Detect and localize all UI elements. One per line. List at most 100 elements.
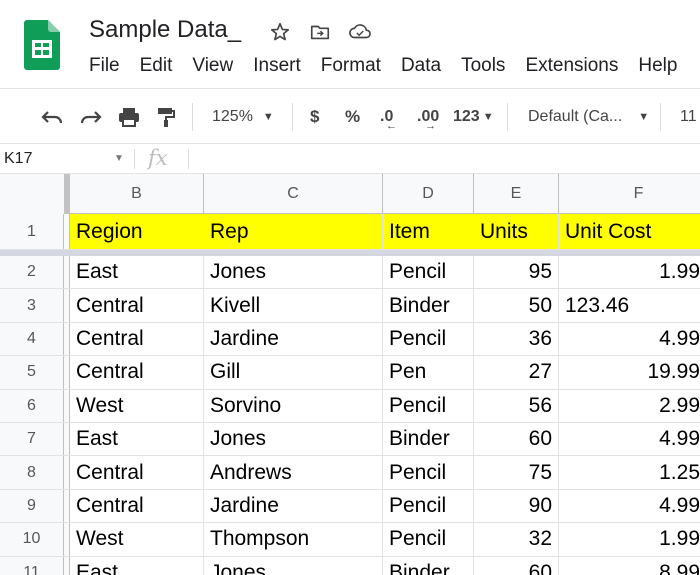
cell[interactable]: Pencil [383,489,474,523]
cell[interactable]: Unit Cost [559,214,700,249]
row-number[interactable]: 11 [0,556,64,575]
row-number[interactable]: 7 [0,423,64,456]
cell[interactable]: 1.99 [559,256,700,288]
column-header-c[interactable]: C [204,174,383,214]
cell[interactable]: East [70,556,204,575]
cell[interactable]: Jones [204,556,383,575]
cell[interactable]: 36 [474,322,559,356]
cell[interactable]: Pencil [383,389,474,422]
cell[interactable]: East [70,423,204,456]
menu-tools[interactable]: Tools [461,55,505,77]
cell[interactable]: 123.46 [559,289,700,321]
cell[interactable]: Binder [383,289,474,322]
cell[interactable]: Central [70,489,204,523]
cell[interactable]: Thompson [204,523,383,556]
cell[interactable]: 4.99 [559,423,700,455]
row-number[interactable]: 2 [0,256,64,289]
cell[interactable]: Pen [383,356,474,389]
row-number[interactable]: 6 [0,389,64,422]
row-number[interactable]: 1 [0,214,64,249]
cell[interactable]: 60 [474,556,559,575]
font-size-input[interactable]: 11 [680,89,697,145]
column-header-b[interactable]: B [70,174,204,214]
menu-help[interactable]: Help [638,55,677,77]
menu-format[interactable]: Format [321,55,381,77]
cell[interactable]: 8.99 [559,557,700,575]
move-folder-icon[interactable] [308,20,332,44]
cell[interactable]: 4.99 [559,323,700,355]
cell[interactable]: East [70,256,204,289]
cell[interactable]: 2.99 [559,390,700,422]
cell[interactable]: Item [383,214,474,249]
cell[interactable]: Jardine [204,322,383,356]
cell[interactable]: Jones [204,423,383,456]
cell[interactable]: Sorvino [204,389,383,422]
sheets-logo-icon[interactable] [24,20,60,70]
cell[interactable]: Region [70,214,204,249]
name-box[interactable]: K17 [4,144,128,174]
select-all-corner[interactable] [0,174,70,214]
cell[interactable]: 1.25 [559,456,700,488]
cell[interactable]: Central [70,356,204,389]
percent-format-button[interactable]: % [345,89,360,145]
cell[interactable]: 19.99 [559,356,700,388]
increase-decimal-button[interactable]: .00 → [417,89,439,145]
more-formats-button[interactable]: 123 ▼ [453,89,494,145]
cell[interactable]: 60 [474,423,559,456]
paint-format-icon[interactable] [156,89,176,145]
cell[interactable]: Binder [383,556,474,575]
menu-data[interactable]: Data [401,55,441,77]
document-title[interactable]: Sample Data_ [89,16,241,44]
menu-extensions[interactable]: Extensions [525,55,618,77]
cell[interactable]: 95 [474,256,559,289]
cell[interactable]: 32 [474,523,559,556]
redo-icon[interactable] [79,89,103,145]
cell[interactable]: 27 [474,356,559,389]
cell[interactable]: Binder [383,423,474,456]
font-select[interactable]: Default (Ca... ▼ [528,89,649,145]
cell[interactable]: West [70,523,204,556]
row-number[interactable]: 3 [0,289,64,322]
star-icon[interactable] [268,20,292,44]
menu-edit[interactable]: Edit [140,55,173,77]
print-icon[interactable] [117,89,141,145]
row-number[interactable]: 8 [0,456,64,489]
menu-view[interactable]: View [192,55,233,77]
undo-icon[interactable] [40,89,64,145]
cell[interactable]: 90 [474,489,559,523]
cell[interactable]: Kivell [204,289,383,322]
row-number[interactable]: 4 [0,322,64,356]
column-header-d[interactable]: D [383,174,474,214]
cell[interactable]: Central [70,289,204,322]
cell[interactable]: Rep [204,214,383,249]
row-number[interactable]: 5 [0,356,64,389]
cell[interactable]: 4.99 [559,490,700,522]
cell[interactable]: Jardine [204,489,383,523]
currency-format-button[interactable]: $ [310,89,319,145]
cell[interactable]: Gill [204,356,383,389]
zoom-select[interactable]: 125% ▼ [212,89,274,145]
column-header-f[interactable]: F [559,174,700,214]
cell[interactable]: Pencil [383,256,474,289]
cell[interactable]: 50 [474,289,559,322]
decrease-decimal-button[interactable]: .0 ← [380,89,397,145]
cell[interactable]: Pencil [383,322,474,356]
cell[interactable]: 56 [474,389,559,422]
cell[interactable]: 1.99 [559,523,700,555]
cell[interactable]: Jones [204,256,383,289]
row-number[interactable]: 9 [0,489,64,523]
cell[interactable]: 75 [474,456,559,489]
menu-file[interactable]: File [89,55,120,77]
menu-insert[interactable]: Insert [253,55,301,77]
cell[interactable]: Andrews [204,456,383,489]
column-header-e[interactable]: E [474,174,559,214]
cell[interactable]: Pencil [383,523,474,556]
cell[interactable]: Central [70,456,204,489]
cell[interactable]: Units [474,214,559,249]
cell[interactable]: Pencil [383,456,474,489]
cloud-saved-icon[interactable] [348,20,372,44]
row-number[interactable]: 10 [0,523,64,556]
chevron-down-icon[interactable]: ▼ [114,144,124,174]
spreadsheet-grid[interactable]: B C D E F 1 Region Rep Item Units Unit C… [0,174,700,575]
cell[interactable]: Central [70,322,204,356]
